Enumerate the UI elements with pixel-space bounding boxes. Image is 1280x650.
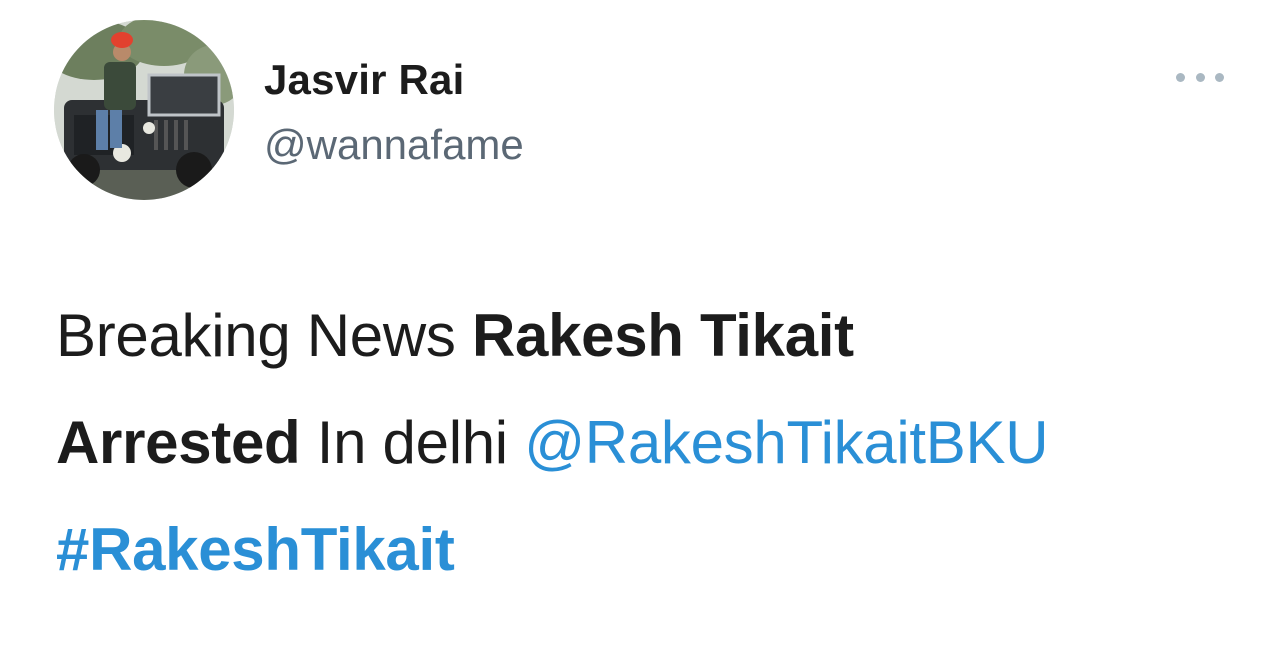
tweet-card: Jasvir Rai @wannafame Breaking News Rake… — [0, 0, 1280, 650]
avatar[interactable] — [54, 20, 234, 200]
tweet-line-1: Breaking News Rakesh Tikait — [56, 282, 1236, 389]
mention-link[interactable]: @RakeshTikaitBKU — [524, 409, 1048, 476]
hashtag-link[interactable]: #RakeshTikait — [56, 516, 455, 583]
more-options-icon — [1176, 72, 1185, 82]
tweet-line-3: #RakeshTikait — [56, 496, 1236, 603]
more-options-icon-dot — [1195, 72, 1205, 82]
tweet-text-bold-name: Rakesh Tikait — [471, 302, 854, 369]
more-options-button[interactable] — [1172, 62, 1228, 92]
tweet-line-2: Arrested In delhi @RakeshTikaitBKU — [56, 389, 1236, 496]
avatar-photo — [54, 20, 234, 200]
tweet-text-part: In delhi — [300, 409, 525, 476]
more-options-icon-dot — [1215, 72, 1224, 82]
tweet-text: Breaking News Rakesh Tikait Arrested In … — [56, 282, 1236, 603]
tweet-text-part: Breaking News — [56, 302, 472, 369]
tweet-text-bold-arrested: Arrested — [56, 409, 301, 476]
user-handle[interactable]: @wannafame — [264, 121, 524, 169]
display-name[interactable]: Jasvir Rai — [264, 56, 464, 104]
